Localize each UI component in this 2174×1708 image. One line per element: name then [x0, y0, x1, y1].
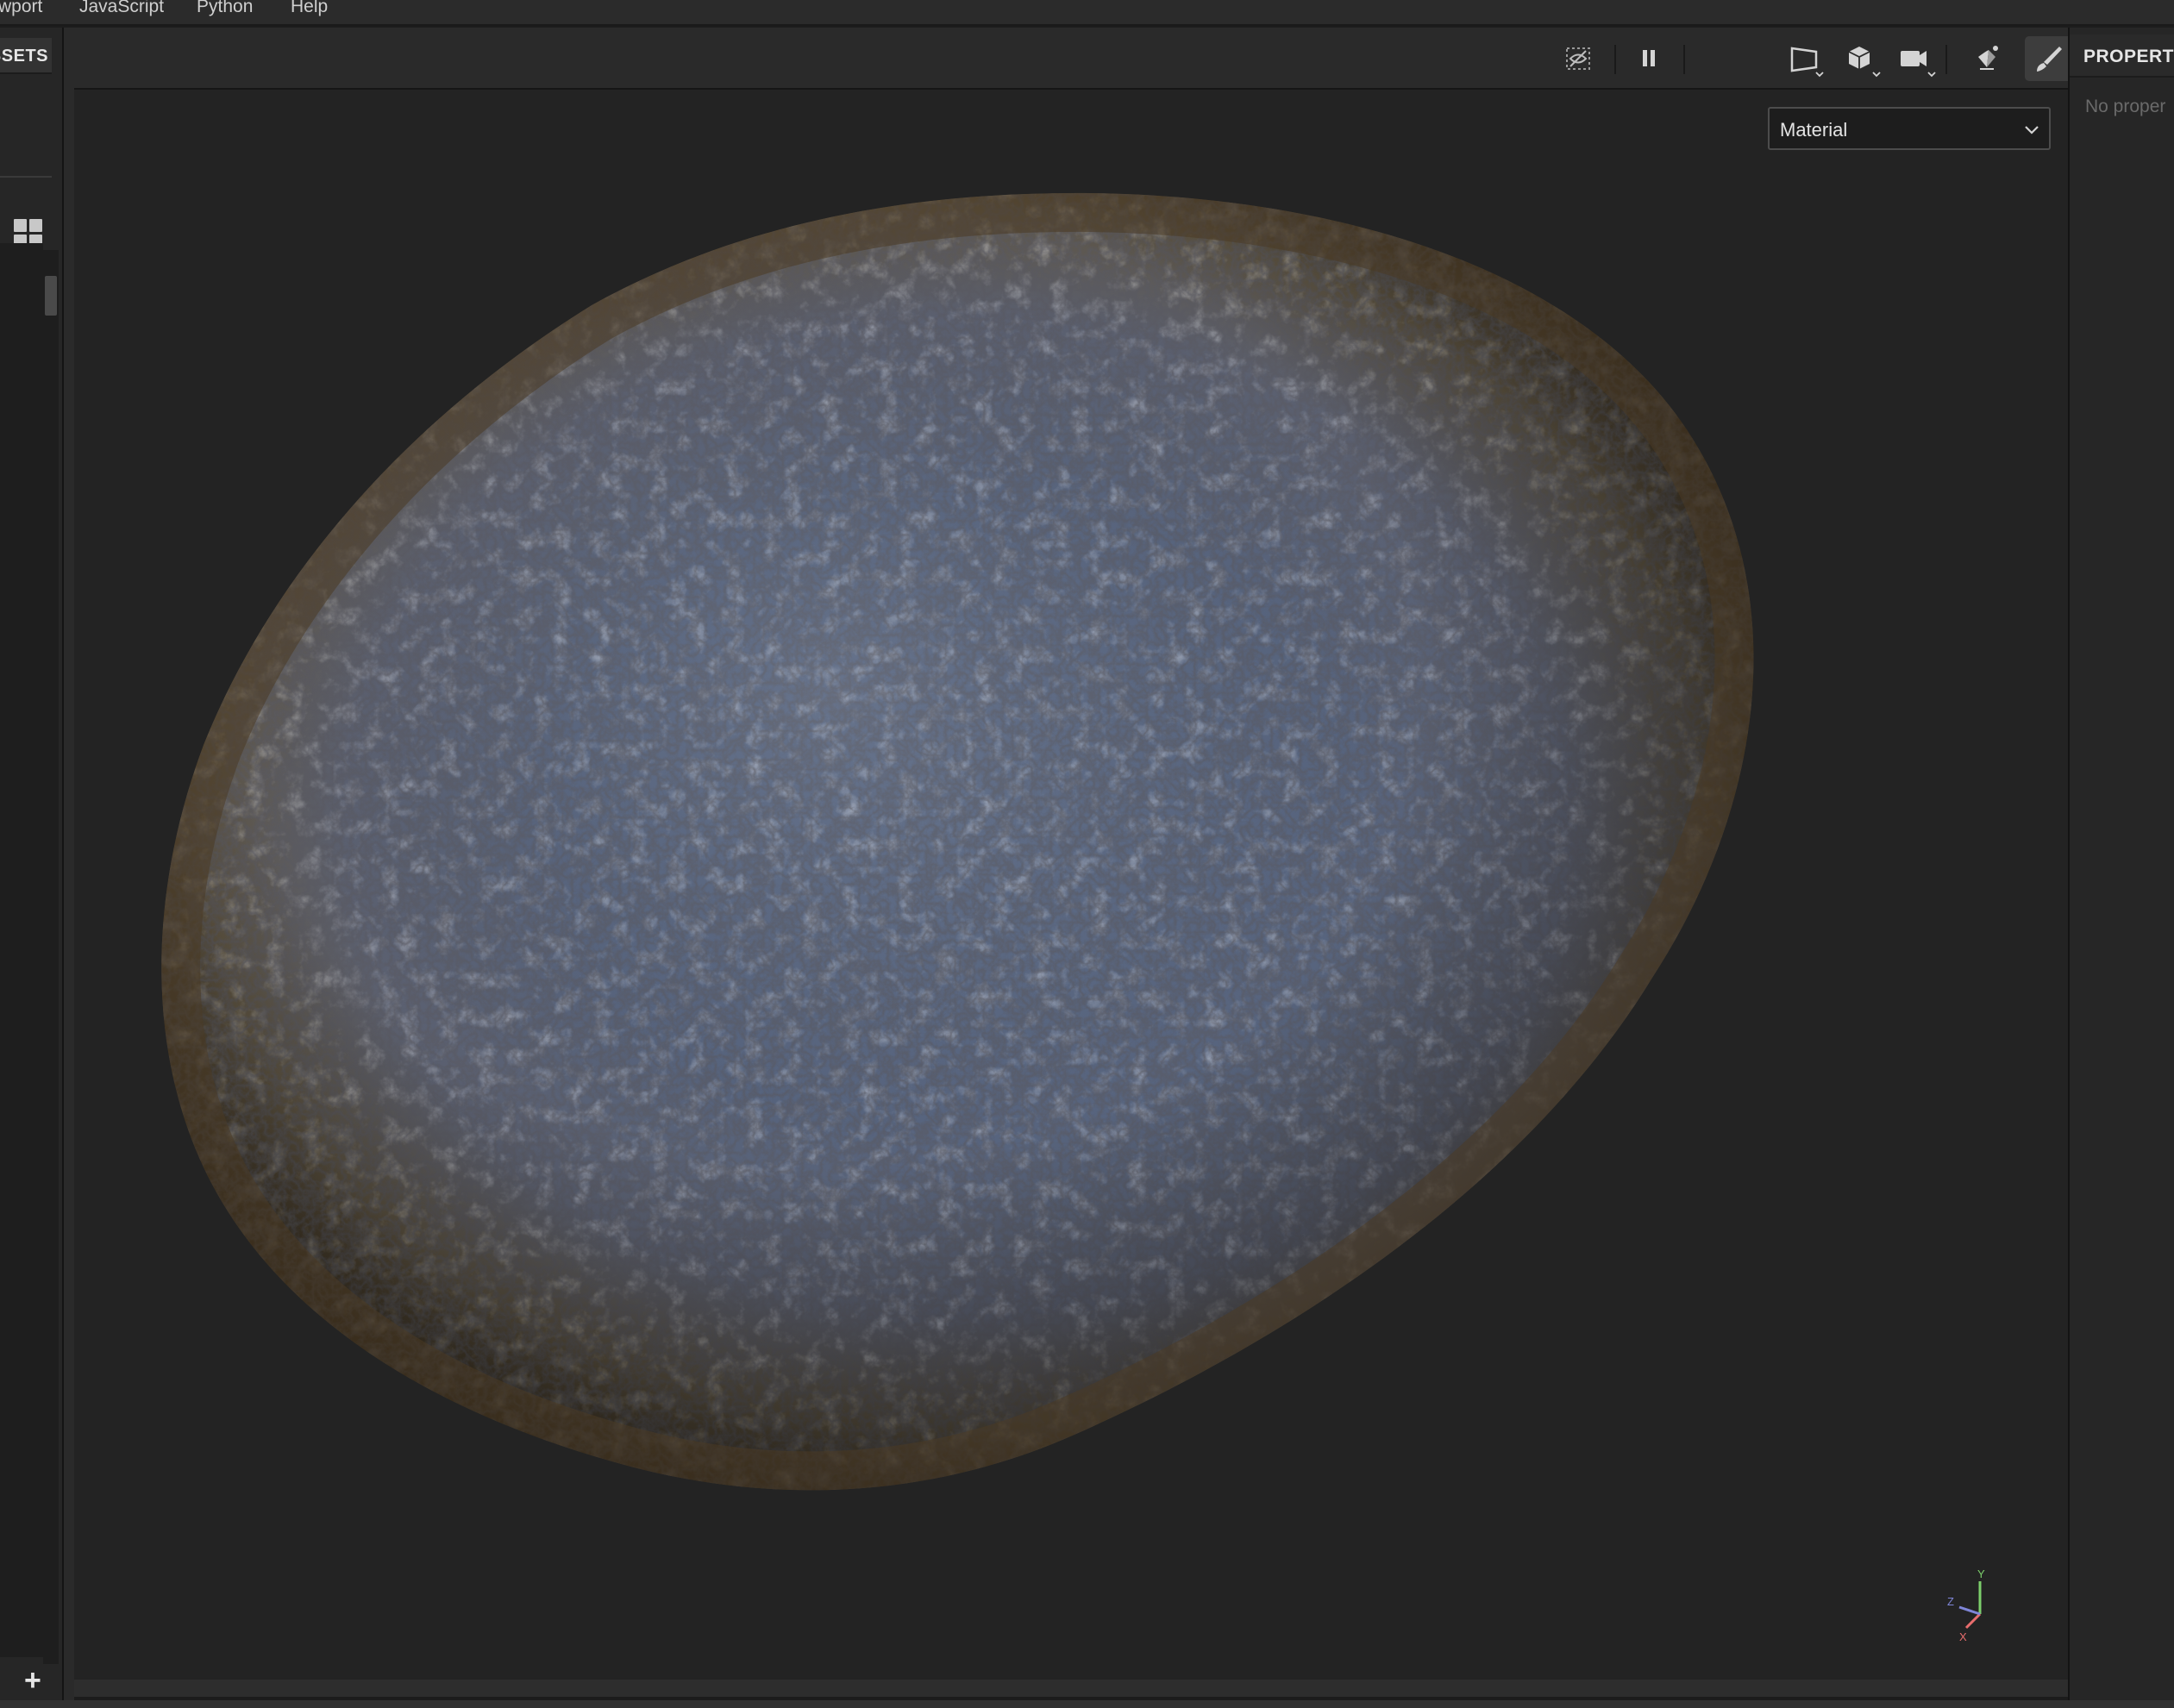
- menu-help[interactable]: Help: [291, 0, 328, 17]
- camera-icon[interactable]: [1890, 36, 1939, 81]
- rock-model: [161, 192, 1754, 1491]
- axis-y-label: Y: [1977, 1567, 1985, 1580]
- assets-panel: SSETS +: [0, 28, 64, 1700]
- axis-x-label: X: [1959, 1630, 1967, 1643]
- chevron-down-icon: [2025, 126, 2039, 135]
- properties-panel-title: PROPERTI: [2083, 47, 2174, 66]
- 3d-viewport[interactable]: [74, 90, 2068, 1680]
- assets-scrollbar[interactable]: [43, 250, 59, 1664]
- menu-viewport[interactable]: wport: [0, 0, 42, 17]
- assets-panel-title: SSETS: [0, 47, 48, 66]
- properties-panel-tab[interactable]: PROPERTI: [2070, 34, 2174, 78]
- assets-scroll-thumb[interactable]: [45, 276, 57, 316]
- shading-mode-select[interactable]: Material: [1768, 107, 2051, 150]
- viewport-toolbar: [74, 28, 2125, 90]
- app-window: wport JavaScript Python Help SSETS +: [0, 0, 2174, 1708]
- perspective-icon[interactable]: [1780, 36, 1828, 81]
- hide-icon[interactable]: [1554, 36, 1602, 81]
- assets-divider: [0, 176, 52, 178]
- panel-splitter[interactable]: [64, 28, 74, 1700]
- status-strip: [0, 1700, 2174, 1708]
- shading-mode-value: Material: [1780, 119, 1848, 141]
- toolbar-separator: [1614, 45, 1616, 74]
- properties-empty-message: No proper: [2085, 97, 2166, 116]
- paint-brush-icon[interactable]: [2025, 36, 2073, 81]
- properties-panel: PROPERTI No proper: [2068, 28, 2174, 1700]
- assets-list[interactable]: [0, 243, 43, 1657]
- toolbar-separator: [1683, 45, 1685, 74]
- add-asset-button[interactable]: +: [24, 1666, 41, 1695]
- viewport-bottom-bar: [74, 1680, 2068, 1697]
- pause-icon[interactable]: [1625, 36, 1673, 81]
- axis-z-label: Z: [1947, 1595, 1954, 1608]
- menu-javascript[interactable]: JavaScript: [79, 0, 164, 17]
- lighting-icon[interactable]: [1963, 36, 2011, 81]
- toolbar-separator: [1945, 45, 1947, 74]
- menu-bar: wport JavaScript Python Help: [0, 0, 2174, 26]
- axis-gizmo: Y X Z: [1947, 1567, 1985, 1643]
- cube-icon[interactable]: [1835, 36, 1883, 81]
- menu-python[interactable]: Python: [197, 0, 253, 17]
- assets-panel-tab[interactable]: SSETS: [0, 38, 52, 74]
